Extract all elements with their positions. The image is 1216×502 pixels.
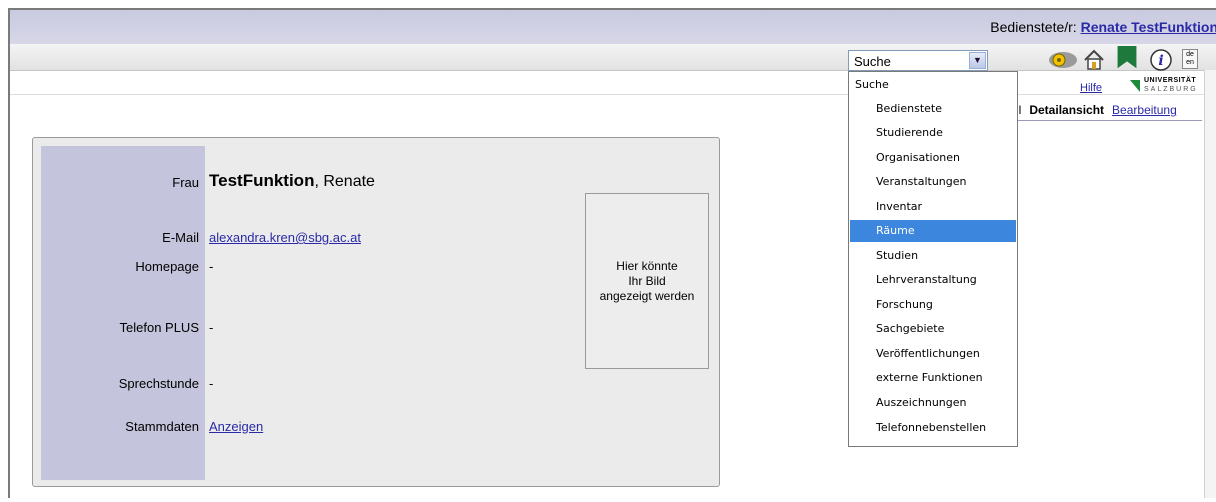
key-icon[interactable] (1047, 48, 1079, 72)
homepage-label: Homepage (135, 259, 199, 274)
user-name-link[interactable]: Renate TestFunktion (1081, 19, 1216, 35)
first-name: , Renate (314, 173, 375, 190)
office-hours-value: - (209, 376, 214, 391)
photo-text-2: Ihr Bild (628, 273, 666, 288)
dropdown-item[interactable]: Forschung (850, 294, 1016, 316)
person-name: TestFunktion, Renate (209, 171, 375, 191)
dropdown-item[interactable]: Organisationen (850, 147, 1016, 169)
dropdown-item[interactable]: Auszeichnungen (850, 392, 1016, 414)
browser-viewport: Bedienstete/r: Renate TestFunktion Suche… (8, 8, 1216, 498)
salutation-label: Frau (172, 175, 199, 190)
dropdown-item[interactable]: Veröffentlichungen (850, 343, 1016, 365)
homepage-value: - (209, 259, 214, 274)
help-link[interactable]: Hilfe (1080, 82, 1102, 94)
dropdown-item[interactable]: externe Funktionen (850, 367, 1016, 389)
search-select[interactable]: Suche ▼ (848, 50, 988, 71)
email-label: E-Mail (162, 230, 199, 245)
office-hours-label: Sprechstunde (118, 376, 199, 391)
logo-flag-icon (1130, 80, 1140, 92)
dropdown-item[interactable]: Telefonnebenstellen (850, 417, 1016, 439)
scrollbar[interactable] (1204, 70, 1216, 498)
search-select-value: Suche (854, 54, 891, 69)
dropdown-item[interactable]: Studien (850, 245, 1016, 267)
master-data-value: Anzeigen (209, 419, 263, 434)
email-link[interactable]: alexandra.kren@sbg.ac.at (209, 230, 361, 245)
photo-text-1: Hier könnte (616, 258, 678, 273)
dropdown-item[interactable]: Veranstaltungen (850, 171, 1016, 193)
language-label: de en (1186, 51, 1194, 66)
language-icon[interactable]: de en (1182, 49, 1198, 69)
toolbar: Suche ▼ i de en (10, 44, 1216, 71)
dropdown-item[interactable]: Inventar (850, 196, 1016, 218)
user-label: Bedienstete/r: Renate TestFunktion (990, 19, 1216, 35)
phone-label: Telefon PLUS (119, 320, 200, 335)
logo-line1: UNIVERSITÄT (1144, 77, 1197, 84)
dropdown-item-selected[interactable]: Räume (850, 220, 1016, 242)
dropdown-item[interactable]: Sachgebiete (850, 318, 1016, 340)
logo-line2: SALZBURG (1144, 86, 1198, 93)
tab-edit[interactable]: Bearbeitung (1112, 103, 1177, 117)
home-icon[interactable] (1082, 48, 1106, 72)
dropdown-item[interactable]: Studierende (850, 122, 1016, 144)
view-tabs: hlDetailansichtBearbeitung (1012, 103, 1177, 117)
photo-placeholder: Hier könnte Ihr Bild angezeigt werden (585, 193, 709, 369)
chevron-down-icon[interactable]: ▼ (969, 52, 986, 69)
dropdown-item[interactable]: Bedienstete (850, 98, 1016, 120)
search-dropdown-list: Suche Bedienstete Studierende Organisati… (848, 71, 1018, 447)
person-card: Frau TestFunktion, Renate E-Mail alexand… (32, 137, 720, 487)
bookmark-icon[interactable] (1114, 46, 1140, 70)
master-data-link[interactable]: Anzeigen (209, 419, 263, 434)
tab-detail-view[interactable]: Detailansicht (1029, 103, 1104, 117)
svg-text:i: i (1158, 53, 1163, 69)
email-value: alexandra.kren@sbg.ac.at (209, 230, 361, 245)
phone-value: - (209, 320, 214, 335)
tab-underline (1012, 120, 1202, 121)
user-prefix: Bedienstete/r: (990, 19, 1077, 35)
master-data-label: Stammdaten (125, 419, 199, 434)
dropdown-header[interactable]: Suche (850, 74, 1021, 96)
last-name: TestFunktion (209, 171, 315, 190)
divider (10, 94, 1216, 95)
top-bar: Bedienstete/r: Renate TestFunktion (10, 10, 1216, 44)
photo-text-3: angezeigt werden (599, 288, 695, 303)
info-icon[interactable]: i (1149, 48, 1173, 72)
dropdown-item[interactable]: Lehrveranstaltung (850, 269, 1016, 291)
